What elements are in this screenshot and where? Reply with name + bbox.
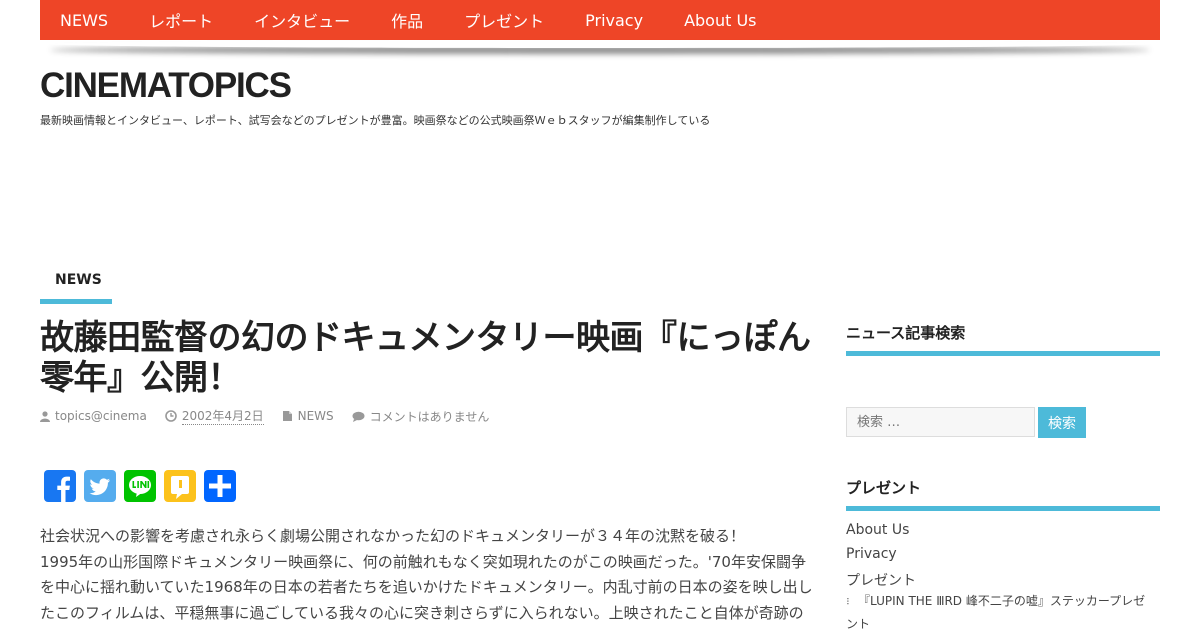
category-underline [40, 299, 112, 304]
user-icon [40, 410, 50, 422]
category-tab[interactable]: NEWS [40, 264, 112, 304]
search-widget-title: ニュース記事検索 [846, 324, 966, 342]
nav-item-report[interactable]: レポート [149, 8, 213, 32]
comment-icon [352, 411, 365, 422]
nav-shadow [50, 40, 1150, 54]
nav-item-present[interactable]: プレゼント [464, 8, 544, 32]
nav-item-works[interactable]: 作品 [391, 8, 423, 32]
post-body: 社会状況への影響を考慮され永らく劇場公開されなかった幻のドキュメンタリーが３４年… [40, 524, 815, 626]
category-label: NEWS [55, 272, 102, 288]
site-description: 最新映画情報とインタビュー、レポート、試写会などのプレゼントが豊富。映画祭などの… [40, 114, 711, 127]
meta-comments[interactable]: コメントはありません [352, 408, 490, 425]
folder-icon [282, 411, 292, 421]
search-input[interactable] [846, 407, 1035, 437]
nav-item-news[interactable]: NEWS [60, 11, 108, 30]
sidebar-link-present[interactable]: プレゼント [846, 570, 916, 590]
sidebar-link-privacy[interactable]: Privacy [846, 546, 897, 562]
sidebar-link-about[interactable]: About Us [846, 522, 909, 538]
meta-author-text[interactable]: topics@cinema [55, 409, 147, 423]
bullet-icon: ⠇ [846, 598, 853, 608]
nav-item-privacy[interactable]: Privacy [585, 11, 643, 30]
post-paragraph: 1995年の山形国際ドキュメンタリー映画祭に、何の前触れもなく突如現れたのがこの… [40, 552, 813, 622]
present-widget-line [846, 506, 1160, 511]
meta-date[interactable]: 2002年4月2日 [165, 407, 264, 425]
post-paragraph: 社会状況への影響を考慮され永らく劇場公開されなかった幻のドキュメンタリーが３４年… [40, 527, 746, 545]
post-title: 故藤田監督の幻のドキュメンタリー映画『にっぽん零年』公開！ [40, 318, 811, 398]
nav-item-about[interactable]: About Us [684, 11, 756, 30]
share-buttons [44, 470, 244, 502]
post-meta: topics@cinema 2002年4月2日 NEWS コメントはありません [40, 407, 507, 425]
sidebar-sublink-text[interactable]: 『LUPIN THE ⅢRD 峰不二子の嘘』ステッカープレゼント [846, 594, 1145, 630]
meta-comments-text[interactable]: コメントはありません [370, 408, 490, 425]
present-widget-title: プレゼント [846, 479, 922, 497]
search-widget-line [846, 351, 1160, 356]
sidebar-sublink-present[interactable]: ⠇ 『LUPIN THE ⅢRD 峰不二子の嘘』ステッカープレゼント [846, 591, 1146, 630]
nav-item-interview[interactable]: インタビュー [254, 8, 350, 32]
meta-author[interactable]: topics@cinema [40, 409, 147, 423]
meta-date-text[interactable]: 2002年4月2日 [181, 407, 264, 425]
hatena-icon[interactable] [164, 470, 196, 502]
twitter-icon[interactable] [84, 470, 116, 502]
site-title[interactable]: CINEMATOPICS [40, 66, 292, 106]
clock-icon [165, 410, 177, 422]
line-icon[interactable] [124, 470, 156, 502]
facebook-icon[interactable] [44, 470, 76, 502]
meta-category[interactable]: NEWS [282, 409, 334, 423]
top-nav: NEWS レポート インタビュー 作品 プレゼント Privacy About … [40, 0, 1160, 40]
search-button[interactable]: 検索 [1038, 407, 1086, 438]
share-icon[interactable] [204, 470, 236, 502]
meta-category-text[interactable]: NEWS [298, 409, 334, 423]
